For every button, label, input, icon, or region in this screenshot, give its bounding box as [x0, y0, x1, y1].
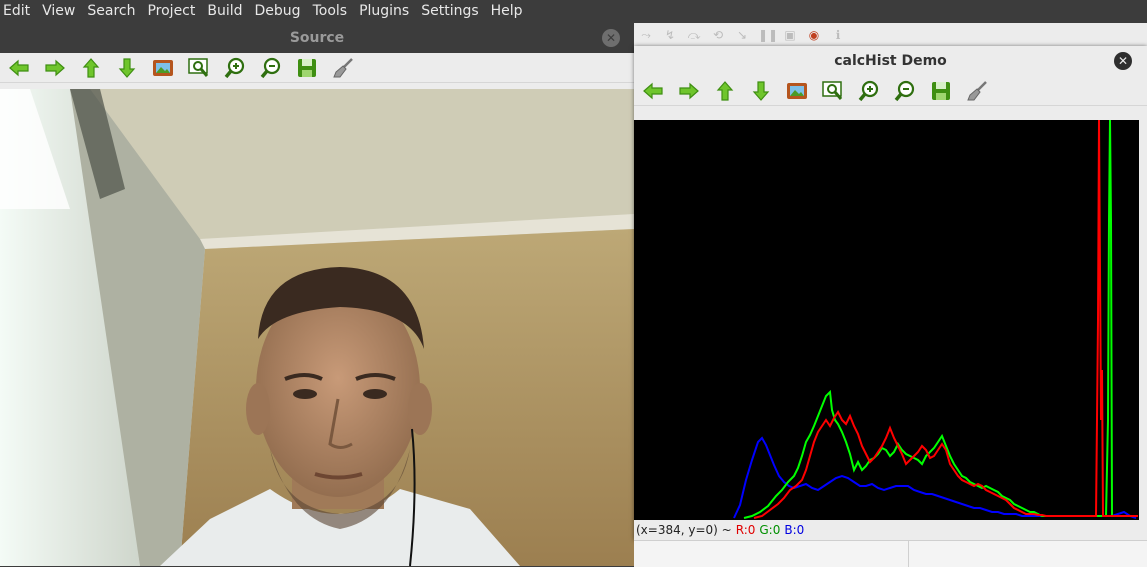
- menu-project[interactable]: Project: [141, 0, 201, 22]
- arrow-left-icon[interactable]: [2, 55, 36, 81]
- menu-edit[interactable]: Edit: [0, 0, 36, 22]
- hist-status-bar: (x=384, y=0) ~ R:0 G:0 B:0: [634, 520, 1147, 540]
- brush-icon[interactable]: [326, 55, 360, 81]
- menu-bar: Edit View Search Project Build Debug Tools Plug…: [0, 0, 1147, 22]
- arrow-up-icon[interactable]: [74, 55, 108, 81]
- step-out-icon[interactable]: ↘: [734, 28, 750, 42]
- arrow-right-icon[interactable]: [38, 55, 72, 81]
- calchist-window: calcHist Demo ✕ (x=384, y=0) ~ R:0 G:0 B…: [634, 46, 1147, 540]
- hist-title: calcHist Demo: [834, 53, 947, 69]
- histogram-green-line: [743, 119, 1138, 519]
- menu-build[interactable]: Build: [201, 0, 248, 22]
- arrow-down-icon[interactable]: [744, 78, 778, 104]
- brush-icon[interactable]: [960, 78, 994, 104]
- save-icon[interactable]: [290, 55, 324, 81]
- green-value: G:0: [759, 523, 781, 537]
- menu-view[interactable]: View: [36, 0, 81, 22]
- image-icon[interactable]: [146, 55, 180, 81]
- menu-settings[interactable]: Settings: [415, 0, 484, 22]
- menu-help[interactable]: Help: [485, 0, 529, 22]
- ide-toolbar-fragment: ⤳ ↯ ⤼ ⟲ ↘ ❚❚ ▣ ◉ ℹ: [634, 23, 1147, 47]
- ide-bottom-panel: [634, 540, 1147, 567]
- close-icon[interactable]: ✕: [1114, 52, 1132, 70]
- color-picker-icon[interactable]: ◉: [806, 28, 822, 42]
- step-icon[interactable]: ↯: [662, 28, 678, 42]
- hist-titlebar[interactable]: calcHist Demo ✕: [634, 46, 1147, 76]
- arrow-down-icon[interactable]: [110, 55, 144, 81]
- image-icon[interactable]: [780, 78, 814, 104]
- arrow-left-icon[interactable]: [636, 78, 670, 104]
- zoom-in-icon[interactable]: [218, 55, 252, 81]
- hist-toolbar: [634, 76, 1147, 106]
- source-toolbar: [0, 53, 634, 83]
- debug-icon[interactable]: ⤳: [638, 28, 654, 43]
- menu-tools[interactable]: Tools: [307, 0, 354, 22]
- arrow-up-icon[interactable]: [708, 78, 742, 104]
- histogram-blue-line: [733, 436, 1137, 519]
- close-icon[interactable]: ✕: [602, 29, 620, 47]
- source-window: Source ✕: [0, 23, 634, 566]
- webcam-image: [0, 89, 634, 566]
- pause-icon[interactable]: ❚❚: [758, 28, 778, 42]
- zoom-in-icon[interactable]: [852, 78, 886, 104]
- histogram-red-line: [753, 119, 1138, 519]
- blue-value: B:0: [784, 523, 805, 537]
- info-icon[interactable]: ℹ: [830, 28, 846, 42]
- menu-debug[interactable]: Debug: [249, 0, 307, 22]
- step-over-icon[interactable]: ⤼: [686, 28, 702, 43]
- zoom-out-icon[interactable]: [254, 55, 288, 81]
- histogram-canvas[interactable]: [634, 119, 1139, 520]
- zoom-fit-icon[interactable]: [816, 78, 850, 104]
- cursor-coords: (x=384, y=0) ~: [636, 523, 732, 537]
- arrow-right-icon[interactable]: [672, 78, 706, 104]
- menu-search[interactable]: Search: [81, 0, 141, 22]
- stop-icon[interactable]: ▣: [782, 28, 798, 42]
- step-in-icon[interactable]: ⟲: [710, 28, 726, 42]
- menu-plugins[interactable]: Plugins: [353, 0, 415, 22]
- source-titlebar[interactable]: Source ✕: [0, 23, 634, 53]
- save-icon[interactable]: [924, 78, 958, 104]
- zoom-fit-icon[interactable]: [182, 55, 216, 81]
- red-value: R:0: [735, 523, 756, 537]
- zoom-out-icon[interactable]: [888, 78, 922, 104]
- source-title: Source: [289, 30, 345, 46]
